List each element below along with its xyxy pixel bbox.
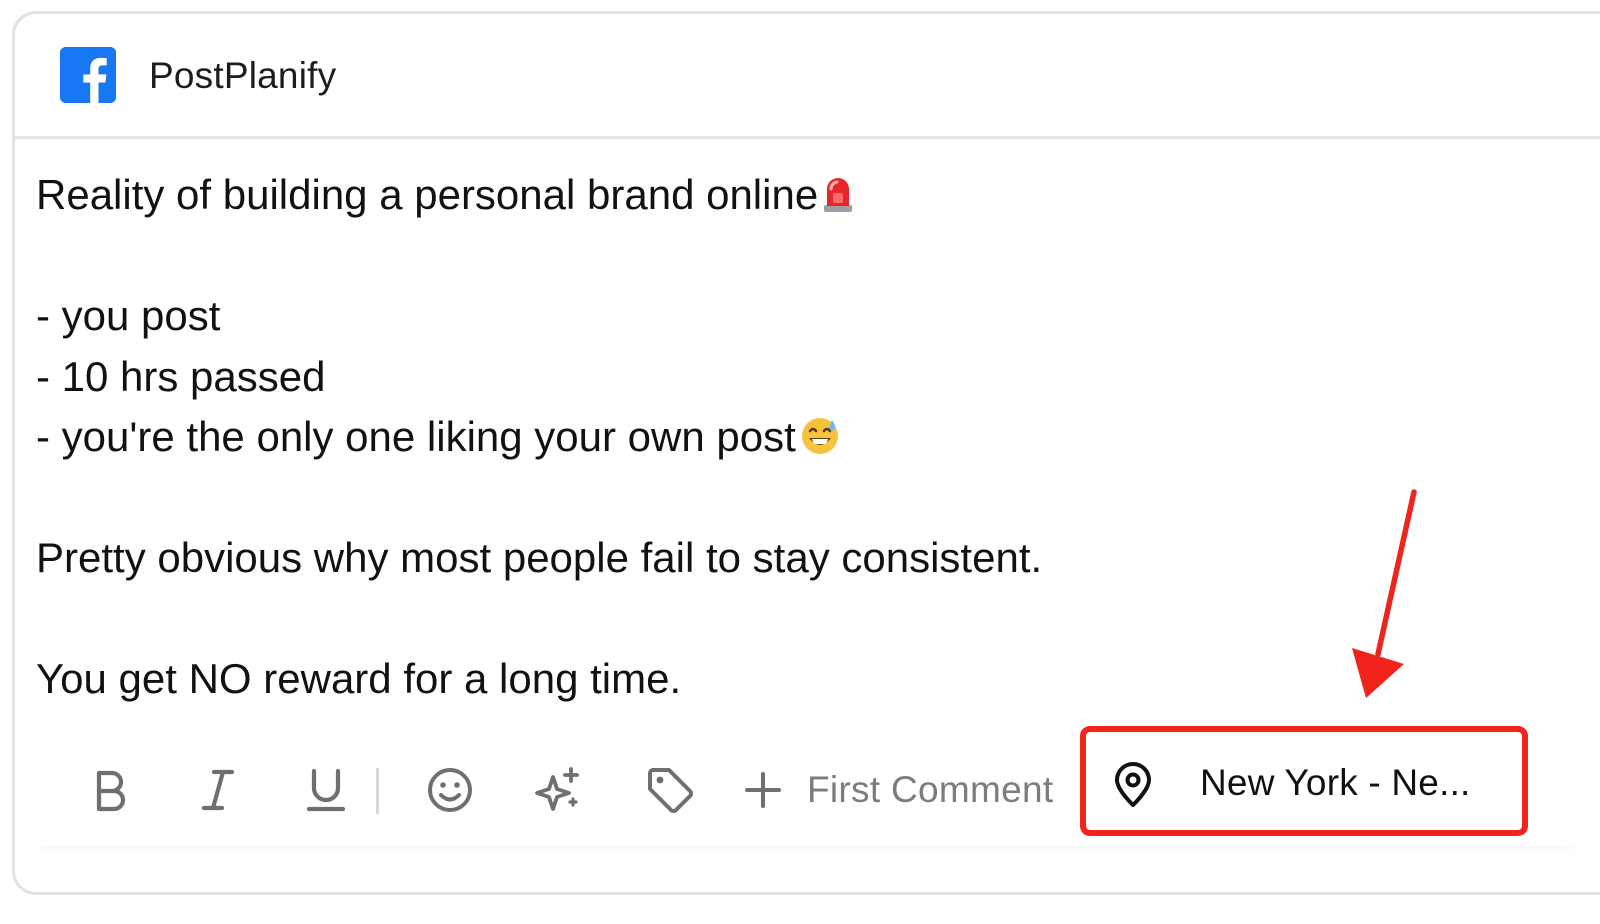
toolbar-divider	[376, 768, 379, 814]
post-line	[36, 468, 1236, 529]
post-line	[36, 589, 1236, 650]
post-line: - you're the only one liking your own po…	[36, 407, 1236, 468]
grinning-sweat-emoji	[800, 412, 840, 454]
location-button[interactable]: New York - Ne...	[1080, 726, 1528, 836]
post-text-editor[interactable]: Reality of building a personal brand onl…	[36, 165, 1236, 710]
underline-button[interactable]	[300, 764, 352, 816]
italic-icon	[201, 769, 235, 811]
tag-icon	[648, 768, 694, 814]
post-line: Reality of building a personal brand onl…	[36, 165, 1236, 226]
emoji-button[interactable]	[424, 764, 476, 816]
facebook-icon	[60, 47, 116, 103]
first-comment-button[interactable]: First Comment	[743, 766, 1053, 814]
bold-button[interactable]	[84, 764, 136, 816]
location-label: New York - Ne...	[1200, 762, 1471, 803]
post-line: Pretty obvious why most people fail to s…	[36, 534, 1043, 581]
post-header: PostPlanify	[15, 14, 1600, 139]
account-name: PostPlanify	[149, 55, 337, 96]
emoji-icon	[428, 768, 472, 812]
underline-icon	[306, 768, 346, 812]
italic-button[interactable]	[192, 764, 244, 816]
map-pin-icon	[1115, 762, 1151, 807]
post-line: - 10 hrs passed	[36, 352, 326, 400]
ai-assist-button[interactable]	[532, 764, 584, 816]
post-line	[36, 226, 1236, 287]
plus-icon	[745, 772, 781, 808]
police-car-light-emoji	[822, 169, 854, 212]
post-line: You get NO reward for a long time.	[36, 655, 682, 702]
annotation-arrow-icon	[1352, 489, 1417, 698]
ai-sparkle-icon	[535, 767, 579, 811]
first-comment-label: First Comment	[807, 769, 1054, 810]
post-line: - you post	[36, 292, 221, 339]
tag-button[interactable]	[644, 764, 696, 816]
bold-icon	[96, 770, 126, 812]
